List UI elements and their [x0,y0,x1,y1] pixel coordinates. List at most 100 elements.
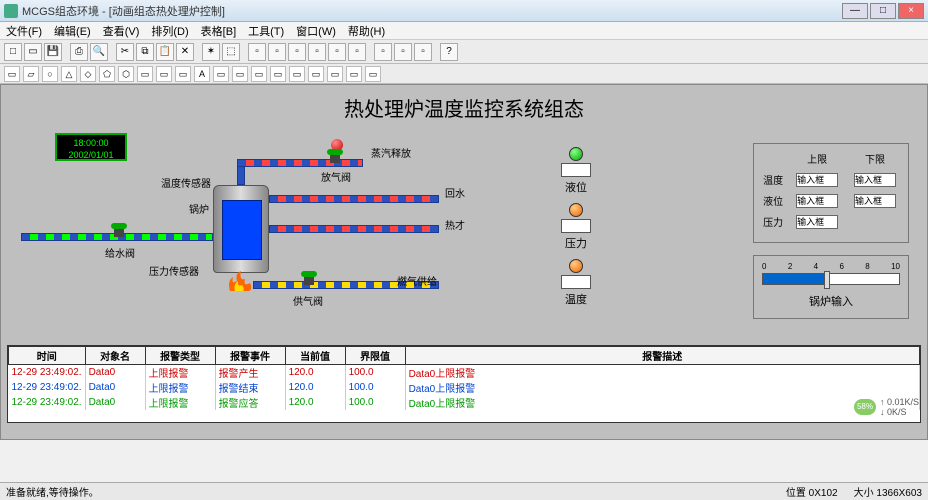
temp-upper-input[interactable] [796,173,838,187]
net-down: ↓ 0K/S [880,407,919,417]
boiler-input-panel: 0 2 4 6 8 10 锅炉输入 [753,255,909,319]
tb-open[interactable]: ▭ [24,43,42,61]
row-press: 压力 [758,211,788,232]
press-upper-input[interactable] [796,215,838,229]
sh-4[interactable]: △ [61,66,77,82]
sh-2[interactable]: ▱ [23,66,39,82]
tb-print[interactable]: ⎙ [70,43,88,61]
tb-a1[interactable]: ▫ [248,43,266,61]
lbl-water-valve: 给水阀 [105,245,135,260]
sh-9[interactable]: ▭ [156,66,172,82]
sh-16[interactable]: ▭ [289,66,305,82]
sh-6[interactable]: ⬠ [99,66,115,82]
menu-tools[interactable]: 工具(T) [248,23,284,39]
sh-18[interactable]: ▭ [327,66,343,82]
level-lower-input[interactable] [854,194,896,208]
menu-view[interactable]: 查看(V) [103,23,140,39]
slider-track[interactable] [762,273,900,285]
readout-temp [561,275,591,289]
sh-3[interactable]: ○ [42,66,58,82]
tb-tool1[interactable]: ✶ [202,43,220,61]
tb-delete[interactable]: ✕ [176,43,194,61]
th-time: 时间 [9,347,86,365]
lamp-level [569,147,583,161]
sh-5[interactable]: ◇ [80,66,96,82]
lbl-ind-temp: 温度 [565,291,587,307]
sh-1[interactable]: ▭ [4,66,20,82]
pipe-steam [237,159,363,167]
net-up: ↑ 0.01K/S [880,397,919,407]
sh-17[interactable]: ▭ [308,66,324,82]
tb-new[interactable]: □ [4,43,22,61]
table-row[interactable]: 12-29 23:49:02.Data0上限报警报警结束120.0100.0Da… [9,380,920,395]
lbl-heat: 热才 [445,217,465,232]
pipe-return [269,195,439,203]
menu-edit[interactable]: 编辑(E) [54,23,91,39]
status-ready: 准备就绪,等待操作。 [6,484,99,499]
sh-12[interactable]: ▭ [213,66,229,82]
titlebar: MCGS组态环境 - [动画组态热处理炉控制] — □ × [0,0,928,22]
tb-copy[interactable]: ⧉ [136,43,154,61]
menu-arrange[interactable]: 排列(D) [151,23,188,39]
tb-b2[interactable]: ▫ [394,43,412,61]
sh-10[interactable]: ▭ [175,66,191,82]
tb-a5[interactable]: ▫ [328,43,346,61]
temp-lower-input[interactable] [854,173,896,187]
th-cur: 当前值 [285,347,345,365]
slider-ticks: 0 2 4 6 8 10 [762,262,900,271]
toolbar-shapes: ▭ ▱ ○ △ ◇ ⬠ ⬡ ▭ ▭ ▭ A ▭ ▭ ▭ ▭ ▭ ▭ ▭ ▭ ▭ [0,64,928,84]
close-button[interactable]: × [898,3,924,19]
lamp-temp [569,259,583,273]
readout-pressure [561,219,591,233]
design-canvas[interactable]: 热处理炉温度监控系统组态 18:00:00 2002/01/01 给水阀 锅炉 … [0,84,928,440]
network-badge: 58% ↑ 0.01K/S ↓ 0K/S [854,397,919,417]
exhaust-valve[interactable] [327,149,343,163]
alarm-table: 时间 对象名 报警类型 报警事件 当前值 界限值 报警描述 12-29 23:4… [7,345,921,423]
menu-file[interactable]: 文件(F) [6,23,42,39]
tb-b1[interactable]: ▫ [374,43,392,61]
tb-tool2[interactable]: ⬚ [222,43,240,61]
menu-table[interactable]: 表格[B] [201,23,236,39]
menu-window[interactable]: 窗口(W) [296,23,336,39]
sh-13[interactable]: ▭ [232,66,248,82]
sh-7[interactable]: ⬡ [118,66,134,82]
table-row[interactable]: 12-29 23:49:02.Data0上限报警报警产生120.0100.0Da… [9,365,920,381]
app-icon [4,4,18,18]
water-valve[interactable] [111,223,127,237]
slider-thumb[interactable] [824,271,830,289]
th-event: 报警事件 [215,347,285,365]
lamp-pressure [569,203,583,217]
lbl-pressure-sensor: 压力传感器 [149,263,199,278]
indicator-level: 液位 [561,147,591,195]
lbl-boiler: 锅炉 [189,201,209,216]
indicator-temp: 温度 [561,259,591,307]
tb-save[interactable]: 💾 [44,43,62,61]
readout-level [561,163,591,177]
sh-8[interactable]: ▭ [137,66,153,82]
menu-help[interactable]: 帮助(H) [348,23,385,39]
tb-a6[interactable]: ▫ [348,43,366,61]
minimize-button[interactable]: — [842,3,868,19]
sh-11[interactable]: A [194,66,210,82]
sh-14[interactable]: ▭ [251,66,267,82]
table-row[interactable]: 12-29 23:49:02.Data0上限报警报警应答120.0100.0Da… [9,395,920,410]
lbl-ind-pressure: 压力 [565,235,587,251]
tb-b3[interactable]: ▫ [414,43,432,61]
maximize-button[interactable]: □ [870,3,896,19]
tb-a4[interactable]: ▫ [308,43,326,61]
tb-a2[interactable]: ▫ [268,43,286,61]
sh-15[interactable]: ▭ [270,66,286,82]
th-obj: 对象名 [85,347,145,365]
sh-19[interactable]: ▭ [346,66,362,82]
tb-a3[interactable]: ▫ [288,43,306,61]
level-upper-input[interactable] [796,194,838,208]
tb-help[interactable]: ? [440,43,458,61]
supply-valve[interactable] [301,271,317,285]
tb-cut[interactable]: ✂ [116,43,134,61]
lbl-exhaust-valve: 放气阀 [321,169,351,184]
tb-preview[interactable]: 🔍 [90,43,108,61]
tb-paste[interactable]: 📋 [156,43,174,61]
lbl-supply-valve: 供气阀 [293,293,323,308]
sh-20[interactable]: ▭ [365,66,381,82]
boiler [213,185,269,273]
